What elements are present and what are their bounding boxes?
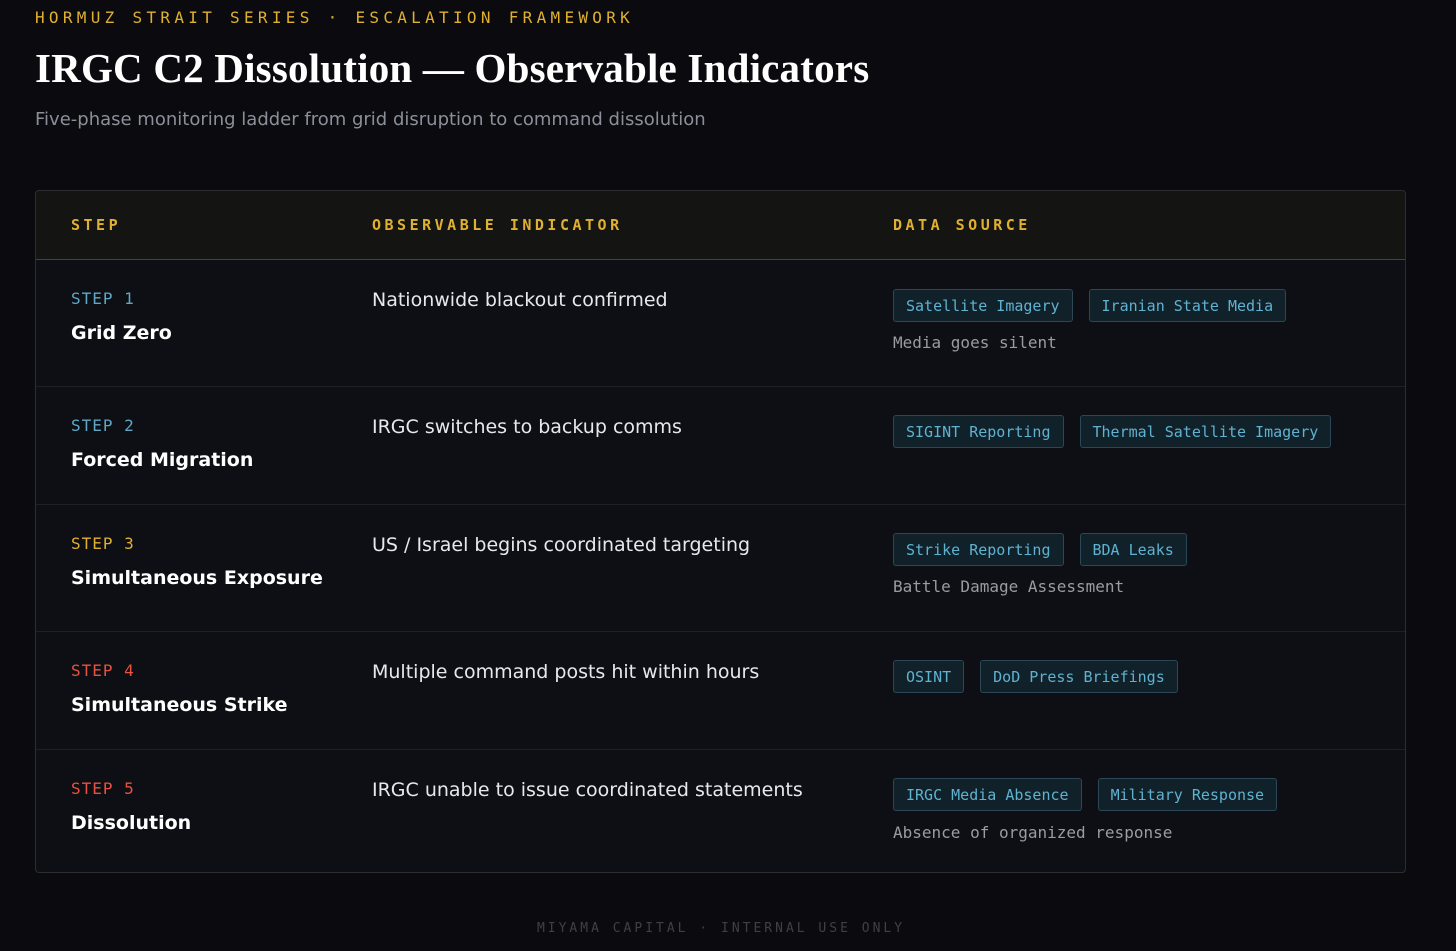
source-tags: IRGC Media Absence Military Response bbox=[893, 778, 1278, 811]
source-tag: Strike Reporting bbox=[893, 533, 1064, 566]
step-label: STEP 4 bbox=[71, 661, 135, 680]
step-name: Grid Zero bbox=[71, 322, 172, 344]
column-header-source: DATA SOURCE bbox=[893, 216, 1031, 234]
step-name: Forced Migration bbox=[71, 449, 254, 471]
step-label: STEP 5 bbox=[71, 779, 135, 798]
source-tag: OSINT bbox=[893, 660, 965, 693]
source-tag: Military Response bbox=[1097, 778, 1278, 811]
source-tag: IRGC Media Absence bbox=[893, 778, 1082, 811]
source-note: Media goes silent bbox=[893, 333, 1057, 352]
series-kicker: HORMUZ STRAIT SERIES · ESCALATION FRAMEW… bbox=[35, 8, 635, 27]
indicator-text: IRGC switches to backup comms bbox=[372, 416, 682, 438]
step-name: Simultaneous Strike bbox=[71, 694, 288, 716]
source-tag: DoD Press Briefings bbox=[980, 660, 1178, 693]
source-tag: SIGINT Reporting bbox=[893, 415, 1064, 448]
table-row: STEP 4 Simultaneous Strike Multiple comm… bbox=[36, 631, 1405, 750]
indicator-table: STEP OBSERVABLE INDICATOR DATA SOURCE ST… bbox=[35, 190, 1406, 873]
footer-text: MIYAMA CAPITAL · INTERNAL USE ONLY bbox=[536, 921, 906, 936]
table-header: STEP OBSERVABLE INDICATOR DATA SOURCE bbox=[36, 191, 1405, 260]
page-title: IRGC C2 Dissolution — Observable Indicat… bbox=[35, 45, 870, 91]
source-note: Absence of organized response bbox=[893, 823, 1173, 842]
step-name: Dissolution bbox=[71, 812, 192, 834]
indicator-text: Nationwide blackout confirmed bbox=[372, 289, 668, 311]
source-tags: SIGINT Reporting Thermal Satellite Image… bbox=[893, 415, 1332, 448]
table-row: STEP 1 Grid Zero Nationwide blackout con… bbox=[36, 259, 1405, 387]
source-note: Battle Damage Assessment bbox=[893, 577, 1125, 596]
table-row: STEP 5 Dissolution IRGC unable to issue … bbox=[36, 749, 1405, 872]
indicator-text: US / Israel begins coordinated targeting bbox=[372, 534, 751, 556]
table-row: STEP 2 Forced Migration IRGC switches to… bbox=[36, 386, 1405, 505]
source-tag: Iranian State Media bbox=[1088, 289, 1287, 322]
column-header-indicator: OBSERVABLE INDICATOR bbox=[372, 216, 623, 234]
column-header-step: STEP bbox=[71, 216, 122, 234]
indicator-text: Multiple command posts hit within hours bbox=[372, 661, 760, 683]
table-row: STEP 3 Simultaneous Exposure US / Israel… bbox=[36, 504, 1405, 632]
source-tag: BDA Leaks bbox=[1079, 533, 1187, 566]
source-tag: Satellite Imagery bbox=[893, 289, 1073, 322]
page-subtitle: Five-phase monitoring ladder from grid d… bbox=[35, 109, 706, 130]
source-tags: OSINT DoD Press Briefings bbox=[893, 660, 1178, 693]
source-tag: Thermal Satellite Imagery bbox=[1079, 415, 1332, 448]
step-label: STEP 2 bbox=[71, 416, 135, 435]
step-label: STEP 3 bbox=[71, 534, 135, 553]
source-tags: Satellite Imagery Iranian State Media bbox=[893, 289, 1287, 322]
step-name: Simultaneous Exposure bbox=[71, 567, 323, 589]
indicator-text: IRGC unable to issue coordinated stateme… bbox=[372, 779, 803, 801]
step-label: STEP 1 bbox=[71, 289, 135, 308]
source-tags: Strike Reporting BDA Leaks bbox=[893, 533, 1187, 566]
